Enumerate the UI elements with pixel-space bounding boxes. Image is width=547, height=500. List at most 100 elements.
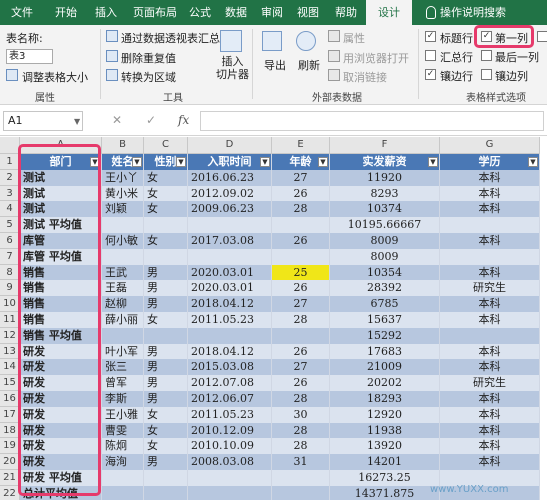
tell-me-search[interactable]: 操作说明搜索 bbox=[440, 0, 526, 25]
table-cell[interactable]: 21009 bbox=[330, 359, 440, 376]
table-cell[interactable]: 王磊 bbox=[102, 280, 144, 297]
table-cell[interactable]: 李斯 bbox=[102, 391, 144, 407]
table-cell[interactable]: 男 bbox=[144, 391, 188, 407]
table-cell[interactable]: 14371.875 bbox=[330, 485, 440, 500]
open-in-browser-button[interactable]: 用浏览器打开 bbox=[343, 50, 409, 66]
table-cell[interactable]: 王小丫 bbox=[102, 169, 144, 186]
table-cell[interactable]: 本科 bbox=[440, 343, 540, 360]
column-header-c[interactable]: C bbox=[144, 137, 188, 154]
table-cell[interactable]: 28 bbox=[272, 312, 330, 328]
table-cell[interactable]: 曹雯 bbox=[102, 422, 144, 439]
table-header-cell[interactable]: 学历 bbox=[440, 154, 540, 170]
table-cell[interactable]: 26 bbox=[272, 280, 330, 297]
table-cell[interactable] bbox=[272, 327, 330, 344]
filter-dropdown-icon[interactable]: ▼ bbox=[176, 157, 186, 167]
table-cell[interactable]: 赵柳 bbox=[102, 296, 144, 312]
banded-columns-checkbox[interactable] bbox=[481, 69, 492, 80]
table-cell[interactable]: 8009 bbox=[330, 248, 440, 265]
banded-rows-checkbox[interactable]: ✓ bbox=[425, 69, 436, 80]
header-row-checkbox[interactable]: ✓ bbox=[425, 31, 436, 42]
table-cell[interactable]: 本科 bbox=[440, 438, 540, 455]
table-cell[interactable]: 30 bbox=[272, 406, 330, 423]
table-cell[interactable]: 女 bbox=[144, 406, 188, 423]
row-header-4[interactable]: 4 bbox=[0, 201, 20, 218]
row-header-21[interactable]: 21 bbox=[0, 470, 20, 486]
row-header-22[interactable]: 22 bbox=[0, 485, 20, 500]
table-cell[interactable]: 28 bbox=[272, 391, 330, 407]
table-cell[interactable]: 海洵 bbox=[102, 454, 144, 470]
table-cell[interactable]: 薛小丽 bbox=[102, 312, 144, 328]
table-cell[interactable]: 本科 bbox=[440, 169, 540, 186]
formula-input[interactable] bbox=[200, 111, 544, 131]
tab-help[interactable]: 帮助 bbox=[328, 0, 364, 25]
table-cell[interactable]: 2010.12.09 bbox=[188, 422, 272, 439]
tab-design[interactable]: 设计 bbox=[366, 0, 412, 25]
table-cell[interactable]: 男 bbox=[144, 343, 188, 360]
export-button[interactable]: 导出 bbox=[264, 57, 286, 73]
table-cell[interactable]: 2017.03.08 bbox=[188, 233, 272, 249]
table-cell[interactable]: 本科 bbox=[440, 359, 540, 376]
column-header-b[interactable]: B bbox=[102, 137, 144, 154]
row-header-7[interactable]: 7 bbox=[0, 248, 20, 265]
table-cell[interactable]: 女 bbox=[144, 312, 188, 328]
table-cell[interactable]: 男 bbox=[144, 296, 188, 312]
filter-dropdown-icon[interactable]: ▼ bbox=[318, 157, 328, 167]
table-cell[interactable] bbox=[144, 217, 188, 233]
row-header-8[interactable]: 8 bbox=[0, 264, 20, 281]
table-cell[interactable] bbox=[102, 248, 144, 265]
row-header-2[interactable]: 2 bbox=[0, 169, 20, 186]
table-cell[interactable]: 31 bbox=[272, 454, 330, 470]
table-cell[interactable]: 男 bbox=[144, 280, 188, 297]
name-box[interactable]: A1 bbox=[3, 111, 83, 131]
chevron-down-icon[interactable]: ▼ bbox=[74, 117, 80, 126]
enter-icon[interactable]: ✓ bbox=[146, 113, 156, 127]
filter-dropdown-icon[interactable]: ▼ bbox=[528, 157, 538, 167]
table-cell[interactable]: 2011.05.23 bbox=[188, 312, 272, 328]
table-cell[interactable] bbox=[188, 217, 272, 233]
table-cell[interactable]: 26 bbox=[272, 185, 330, 202]
table-cell[interactable]: 男 bbox=[144, 264, 188, 281]
extra-checkbox[interactable] bbox=[537, 31, 547, 42]
tab-formulas[interactable]: 公式 bbox=[182, 0, 218, 25]
row-header-15[interactable]: 15 bbox=[0, 375, 20, 391]
filter-dropdown-icon[interactable]: ▼ bbox=[260, 157, 270, 167]
table-cell[interactable]: 男 bbox=[144, 375, 188, 391]
row-header-10[interactable]: 10 bbox=[0, 296, 20, 312]
table-cell[interactable]: 10195.66667 bbox=[330, 217, 440, 233]
table-cell[interactable]: 13920 bbox=[330, 438, 440, 455]
column-header-g[interactable]: G bbox=[440, 137, 540, 154]
table-cell[interactable]: 26 bbox=[272, 233, 330, 249]
filter-dropdown-icon[interactable]: ▼ bbox=[132, 157, 142, 167]
table-name-input[interactable]: 表3 bbox=[6, 49, 53, 64]
column-header-e[interactable]: E bbox=[272, 137, 330, 154]
tab-insert[interactable]: 插入 bbox=[86, 0, 126, 25]
table-cell[interactable]: 25 bbox=[272, 264, 330, 281]
table-cell[interactable]: 女 bbox=[144, 438, 188, 455]
table-cell[interactable]: 16273.25 bbox=[330, 470, 440, 486]
table-cell[interactable]: 28392 bbox=[330, 280, 440, 297]
table-cell[interactable] bbox=[102, 327, 144, 344]
table-cell[interactable]: 本科 bbox=[440, 233, 540, 249]
table-cell[interactable]: 6785 bbox=[330, 296, 440, 312]
total-row-checkbox[interactable] bbox=[425, 50, 436, 61]
filter-dropdown-icon[interactable]: ▼ bbox=[428, 157, 438, 167]
table-cell[interactable] bbox=[188, 327, 272, 344]
table-cell[interactable]: 研究生 bbox=[440, 280, 540, 297]
table-cell[interactable]: 叶小军 bbox=[102, 343, 144, 360]
table-cell[interactable]: 26 bbox=[272, 343, 330, 360]
table-cell[interactable]: 张三 bbox=[102, 359, 144, 376]
table-cell[interactable]: 女 bbox=[144, 185, 188, 202]
table-cell[interactable]: 27 bbox=[272, 359, 330, 376]
table-cell[interactable]: 2009.06.23 bbox=[188, 201, 272, 218]
table-cell[interactable]: 20202 bbox=[330, 375, 440, 391]
table-cell[interactable]: 女 bbox=[144, 422, 188, 439]
table-cell[interactable] bbox=[440, 217, 540, 233]
table-cell[interactable]: 8293 bbox=[330, 185, 440, 202]
table-cell[interactable] bbox=[272, 248, 330, 265]
table-cell[interactable]: 本科 bbox=[440, 391, 540, 407]
row-header-19[interactable]: 19 bbox=[0, 438, 20, 455]
table-cell[interactable]: 28 bbox=[272, 422, 330, 439]
table-cell[interactable] bbox=[144, 470, 188, 486]
table-cell[interactable]: 2018.04.12 bbox=[188, 343, 272, 360]
table-cell[interactable]: 本科 bbox=[440, 406, 540, 423]
